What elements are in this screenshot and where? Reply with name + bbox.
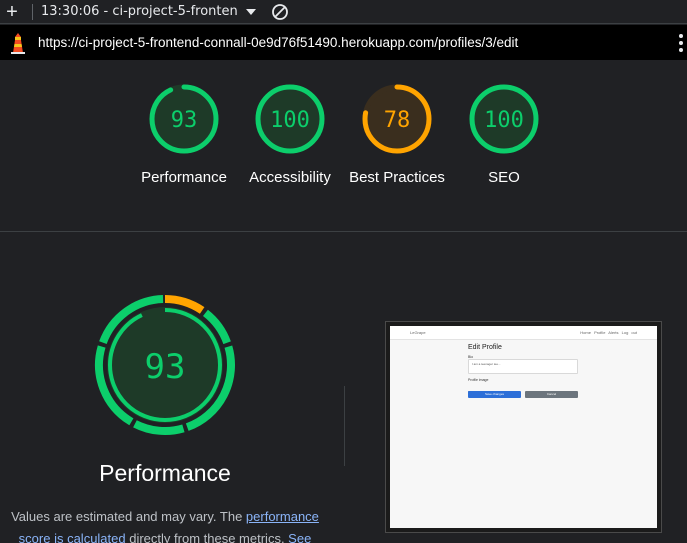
performance-ring-icon: 93 [94, 295, 235, 435]
score-gauge[interactable]: 93 Performance [129, 83, 239, 189]
desc-prefix: Values are estimated and may vary. The [11, 509, 246, 524]
performance-score-value: 93 [145, 347, 186, 387]
page-url[interactable]: https://ci-project-5-frontend-connall-0e… [38, 35, 518, 50]
final-screenshot-frame[interactable]: LeGrape Home Profile Alerts Log out Edit… [385, 321, 662, 533]
report-selector-label: 13:30:06 - ci-project-5-fronten [41, 4, 238, 19]
score-label: SEO [488, 169, 520, 186]
score-gauges: 93 Performance 100 Accessibility 78 Best Prac… [0, 60, 687, 232]
score-value: 78 [384, 108, 411, 133]
screenshot-bio-text: I am a teenager tee... [472, 362, 501, 366]
score-label: Accessibility [249, 169, 331, 186]
toolbar-separator [32, 3, 33, 20]
screenshot-heading: Edit Profile [468, 344, 502, 351]
screenshot-save-button: Save changes [468, 391, 521, 398]
score-value: 93 [171, 108, 198, 133]
score-value: 100 [270, 108, 310, 133]
report-selector[interactable]: 13:30:06 - ci-project-5-fronten [41, 4, 256, 19]
screenshot-nav-links: Home Profile Alerts Log out [580, 330, 637, 335]
score-gauge[interactable]: 78 Best Practices [342, 83, 452, 189]
screenshot-cancel-button: Cancel [525, 391, 578, 398]
url-bar: https://ci-project-5-frontend-connall-0e… [0, 25, 687, 60]
section-divider [0, 231, 687, 232]
score-ring-icon: 100 [469, 84, 539, 154]
performance-title: Performance [99, 460, 231, 486]
score-ring-icon: 93 [149, 84, 219, 154]
score-ring-icon: 78 [362, 84, 432, 154]
screenshot-file-input: Choose fileNo file chosen [468, 382, 578, 397]
score-gauge[interactable]: 100 SEO [449, 83, 559, 189]
desc-middle: directly from these metrics. [125, 531, 289, 543]
plus-icon[interactable]: + [0, 0, 24, 24]
performance-gauge-large: 93 [90, 290, 240, 440]
vertical-divider [344, 386, 345, 466]
caret-down-icon [245, 8, 256, 15]
score-label: Performance [141, 169, 227, 186]
score-value: 100 [484, 108, 524, 133]
devtools-toolbar: + 13:30:06 - ci-project-5-fronten [0, 0, 687, 24]
score-ring-icon: 100 [255, 84, 325, 154]
see-calculator-link[interactable]: See [288, 531, 311, 543]
screenshot-bio-field: I am a teenager tee... [468, 359, 578, 374]
lighthouse-icon [6, 31, 30, 55]
clear-icon[interactable] [270, 2, 290, 22]
screenshot-navbar: LeGrape Home Profile Alerts Log out [390, 326, 657, 340]
final-screenshot: LeGrape Home Profile Alerts Log out Edit… [390, 326, 657, 528]
screenshot-logo: LeGrape [410, 330, 426, 335]
score-label: Best Practices [349, 169, 445, 186]
score-gauge[interactable]: 100 Accessibility [235, 83, 345, 189]
performance-description: Values are estimated and may vary. The p… [0, 506, 330, 543]
more-options-icon[interactable] [679, 34, 683, 52]
